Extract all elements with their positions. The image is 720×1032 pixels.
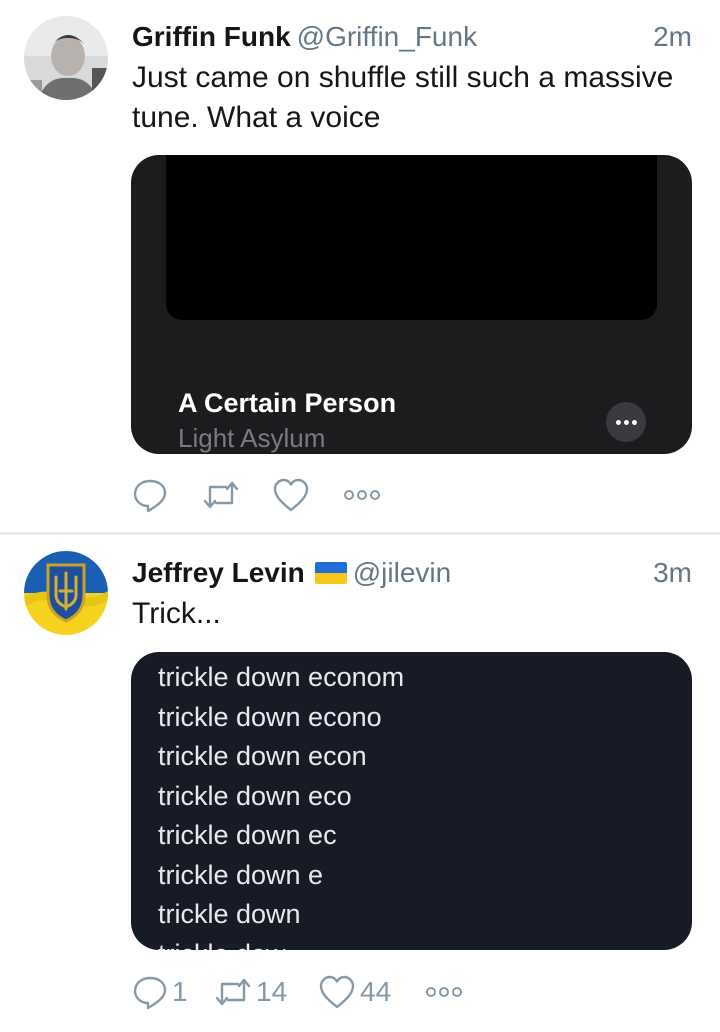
album-art [166, 155, 657, 320]
retweet-icon [203, 481, 239, 509]
tweet-header: Griffin Funk @Griffin_Funk [132, 20, 477, 54]
avatar[interactable] [24, 551, 108, 635]
more-actions-button[interactable] [424, 972, 464, 1012]
tweet-griffin-funk[interactable]: Griffin Funk @Griffin_Funk 2m Just came o… [0, 0, 720, 532]
tweet-text: Just came on shuffle still such a massiv… [132, 61, 674, 134]
display-name[interactable]: Jeffrey Levin [132, 557, 305, 588]
reply-count: 1 [172, 976, 188, 1007]
like-button[interactable] [272, 475, 314, 515]
display-name[interactable]: Griffin Funk [132, 21, 291, 52]
tweet-jeffrey-levin[interactable]: Jeffrey Levin @jilevin 3m Trick... trickl… [0, 535, 720, 1032]
tweet-text: Trick... [132, 597, 221, 630]
timestamp[interactable]: 2m [653, 20, 692, 54]
more-actions-button[interactable] [342, 475, 382, 515]
retweet-button[interactable] [202, 475, 244, 515]
timestamp[interactable]: 3m [653, 556, 692, 590]
song-title: A Certain Person [178, 388, 397, 418]
image-text-lines: trickle down econom trickle down econo t… [158, 658, 404, 950]
reply-icon [133, 976, 167, 1010]
more-options-button[interactable] [606, 402, 646, 442]
heart-icon [273, 478, 309, 512]
image-text-line: trickle down econ [158, 741, 367, 771]
avatar-trident-icon [24, 551, 108, 635]
retweet-count: 14 [256, 976, 288, 1007]
user-handle[interactable]: @Griffin_Funk [297, 21, 477, 52]
like-count: 44 [360, 976, 392, 1007]
more-dots-icon [426, 987, 462, 997]
reply-icon [133, 479, 167, 513]
media-image-text[interactable]: trickle down econom trickle down econo t… [131, 652, 692, 950]
image-text-line: trickle down e [158, 859, 324, 890]
reply-button[interactable] [132, 475, 172, 515]
image-text-line: trickle down eco [158, 780, 352, 811]
song-artist: Light Asylum [178, 423, 326, 453]
retweet-button[interactable]: 14 [214, 972, 287, 1012]
avatar-photo-icon [24, 16, 108, 100]
retweet-icon [215, 978, 251, 1006]
image-text-line: trickle down econom [158, 662, 405, 692]
tweet-header: Jeffrey Levin @jilevin [132, 556, 451, 590]
user-handle[interactable]: @jilevin [353, 557, 451, 588]
avatar[interactable] [24, 16, 108, 100]
reply-button[interactable]: 1 [132, 972, 188, 1012]
image-text-line: trickle down [158, 899, 301, 929]
like-button[interactable]: 44 [318, 972, 391, 1012]
ukraine-flag-icon [314, 562, 347, 584]
image-text-line: trickle dow [158, 935, 404, 951]
image-text-line: trickle down econo [158, 701, 382, 732]
image-text-line: trickle down ec [158, 820, 337, 850]
more-dots-icon [344, 490, 380, 500]
heart-icon [319, 975, 355, 1009]
media-card-music[interactable]: A Certain Person Light Asylum [131, 155, 692, 454]
